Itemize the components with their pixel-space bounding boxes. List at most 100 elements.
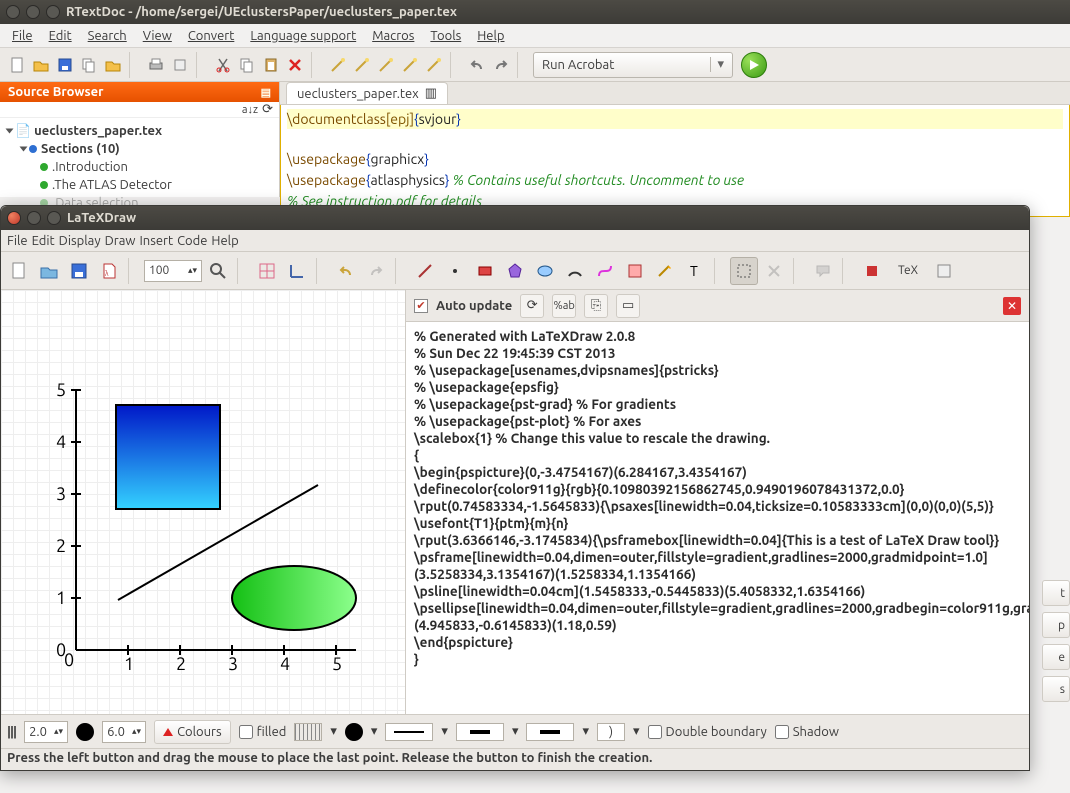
window-max-icon[interactable] bbox=[46, 5, 60, 19]
paste-icon[interactable] bbox=[260, 54, 282, 76]
tex-icon[interactable]: TeX bbox=[888, 257, 928, 285]
panel-grip-icon[interactable]: ▤ bbox=[261, 86, 271, 99]
window-close-icon[interactable] bbox=[6, 5, 20, 19]
menu-tools[interactable]: Tools bbox=[424, 27, 467, 45]
refresh-icon[interactable]: ⟳ bbox=[262, 102, 273, 117]
fill-swatch[interactable] bbox=[345, 723, 363, 741]
line-pattern-icon[interactable]: ||| bbox=[7, 725, 16, 739]
window-min-icon[interactable] bbox=[26, 5, 40, 19]
close-panel-icon[interactable]: ✕ bbox=[1003, 297, 1021, 315]
text-tool-icon[interactable]: T bbox=[681, 257, 709, 285]
thickness1-input[interactable]: 2.0▴▾ bbox=[24, 721, 68, 743]
zoom-input[interactable]: 100▴▾ bbox=[144, 260, 202, 282]
line-style-picker[interactable] bbox=[385, 723, 433, 741]
shadow-checkbox[interactable]: Shadow bbox=[775, 725, 839, 739]
delete-icon[interactable] bbox=[284, 54, 306, 76]
double-boundary-checkbox[interactable]: Double boundary bbox=[648, 725, 767, 739]
menu-search[interactable]: Search bbox=[82, 27, 133, 45]
end-style-picker[interactable]: ) bbox=[597, 723, 625, 741]
arrow-right-picker[interactable] bbox=[526, 723, 574, 741]
rect-tool-icon[interactable] bbox=[471, 257, 499, 285]
menu-view[interactable]: View bbox=[137, 27, 178, 45]
filled-checkbox[interactable]: filled bbox=[239, 725, 287, 739]
copy2-icon[interactable] bbox=[236, 54, 258, 76]
reload-icon[interactable]: ⟳ bbox=[520, 294, 544, 318]
props-icon[interactable] bbox=[930, 257, 958, 285]
grid-icon[interactable] bbox=[253, 257, 281, 285]
thickness2-input[interactable]: 6.0▴▾ bbox=[102, 721, 146, 743]
paste-code-icon[interactable]: ▭ bbox=[616, 294, 640, 318]
generated-code[interactable]: % Generated with LaTeXDraw 2.0.8 % Sun D… bbox=[406, 322, 1029, 714]
export-icon[interactable] bbox=[169, 54, 191, 76]
ld-menu-code[interactable]: Code bbox=[177, 234, 207, 248]
menu-edit[interactable]: Edit bbox=[43, 27, 78, 45]
bezier-tool-icon[interactable] bbox=[591, 257, 619, 285]
ld-menu-help[interactable]: Help bbox=[211, 234, 238, 248]
ld-open-icon[interactable] bbox=[35, 257, 63, 285]
polygon-tool-icon[interactable] bbox=[501, 257, 529, 285]
chevron-down-icon[interactable]: ▾ bbox=[330, 724, 337, 739]
ld-menu-insert[interactable]: Insert bbox=[139, 234, 173, 248]
copy-code-icon[interactable]: ⎘ bbox=[584, 294, 608, 318]
undo-icon[interactable] bbox=[466, 54, 488, 76]
freehand-tool-icon[interactable] bbox=[651, 257, 679, 285]
wand4-icon[interactable] bbox=[399, 54, 421, 76]
grid2-tool-icon[interactable] bbox=[621, 257, 649, 285]
rtext-menubar: File Edit Search View Convert Language s… bbox=[0, 24, 1070, 48]
ld-menu-draw[interactable]: Draw bbox=[105, 234, 136, 248]
ld-undo-icon[interactable] bbox=[332, 257, 360, 285]
hatch-picker[interactable] bbox=[294, 723, 322, 741]
new-file-icon[interactable] bbox=[6, 54, 28, 76]
ld-close-icon[interactable] bbox=[7, 211, 21, 225]
menu-macros[interactable]: Macros bbox=[366, 27, 420, 45]
code-editor[interactable]: \documentclass[epj]{svjour} \usepackage{… bbox=[280, 105, 1070, 217]
ld-redo-icon[interactable] bbox=[362, 257, 390, 285]
editor-tab[interactable]: ueclusters_paper.tex ▥ bbox=[286, 82, 448, 104]
comment-icon[interactable] bbox=[809, 257, 837, 285]
print-icon[interactable] bbox=[145, 54, 167, 76]
wand3-icon[interactable] bbox=[375, 54, 397, 76]
ld-save-icon[interactable] bbox=[65, 257, 93, 285]
ld-min-icon[interactable] bbox=[27, 211, 41, 225]
menu-help[interactable]: Help bbox=[471, 27, 510, 45]
ld-pdf-icon[interactable]: λ bbox=[95, 257, 123, 285]
svg-text:2: 2 bbox=[56, 536, 66, 556]
source-tree[interactable]: 📄 ueclusters_paper.tex Sections (10) .In… bbox=[0, 118, 279, 216]
color-swatch[interactable] bbox=[76, 723, 94, 741]
ld-menu-display[interactable]: Display bbox=[59, 234, 101, 248]
axes-icon[interactable] bbox=[283, 257, 311, 285]
percent-button[interactable]: %ab bbox=[552, 294, 576, 318]
point-tool-icon[interactable] bbox=[441, 257, 469, 285]
wand2-icon[interactable] bbox=[351, 54, 373, 76]
arrow-left-picker[interactable] bbox=[456, 723, 504, 741]
ld-menu-edit[interactable]: Edit bbox=[32, 234, 55, 248]
ld-max-icon[interactable] bbox=[47, 211, 61, 225]
colours-button[interactable]: Colours bbox=[154, 720, 231, 744]
auto-update-checkbox[interactable]: ✔ bbox=[414, 299, 428, 313]
folder-icon[interactable] bbox=[102, 54, 124, 76]
drawing-canvas[interactable]: 0 1 2 3 4 5 0 1 2 3 4 5 bbox=[1, 290, 406, 714]
select-tool-icon[interactable] bbox=[730, 257, 758, 285]
run-button[interactable] bbox=[741, 52, 767, 78]
delete-tool-icon[interactable] bbox=[760, 257, 788, 285]
menu-file[interactable]: File bbox=[6, 27, 39, 45]
wand1-icon[interactable] bbox=[327, 54, 349, 76]
arc-tool-icon[interactable] bbox=[561, 257, 589, 285]
copy-icon[interactable] bbox=[78, 54, 100, 76]
menu-convert[interactable]: Convert bbox=[182, 27, 241, 45]
cut-icon[interactable] bbox=[212, 54, 234, 76]
zoom-icon[interactable] bbox=[204, 257, 232, 285]
wand5-icon[interactable] bbox=[423, 54, 445, 76]
rtext-title: RTextDoc - /home/sergei/UEclustersPaper/… bbox=[66, 5, 457, 19]
ld-menu-file[interactable]: File bbox=[7, 234, 28, 248]
open-file-icon[interactable] bbox=[30, 54, 52, 76]
sort-icon[interactable]: a↓z bbox=[242, 104, 258, 116]
ellipse-tool-icon[interactable] bbox=[531, 257, 559, 285]
line-tool-icon[interactable] bbox=[411, 257, 439, 285]
ld-new-icon[interactable] bbox=[5, 257, 33, 285]
redo-icon[interactable] bbox=[490, 54, 512, 76]
menu-language[interactable]: Language support bbox=[244, 27, 362, 45]
save-icon[interactable] bbox=[54, 54, 76, 76]
run-combo[interactable]: Run Acrobat ▾ bbox=[533, 52, 733, 78]
stop-icon[interactable] bbox=[858, 257, 886, 285]
